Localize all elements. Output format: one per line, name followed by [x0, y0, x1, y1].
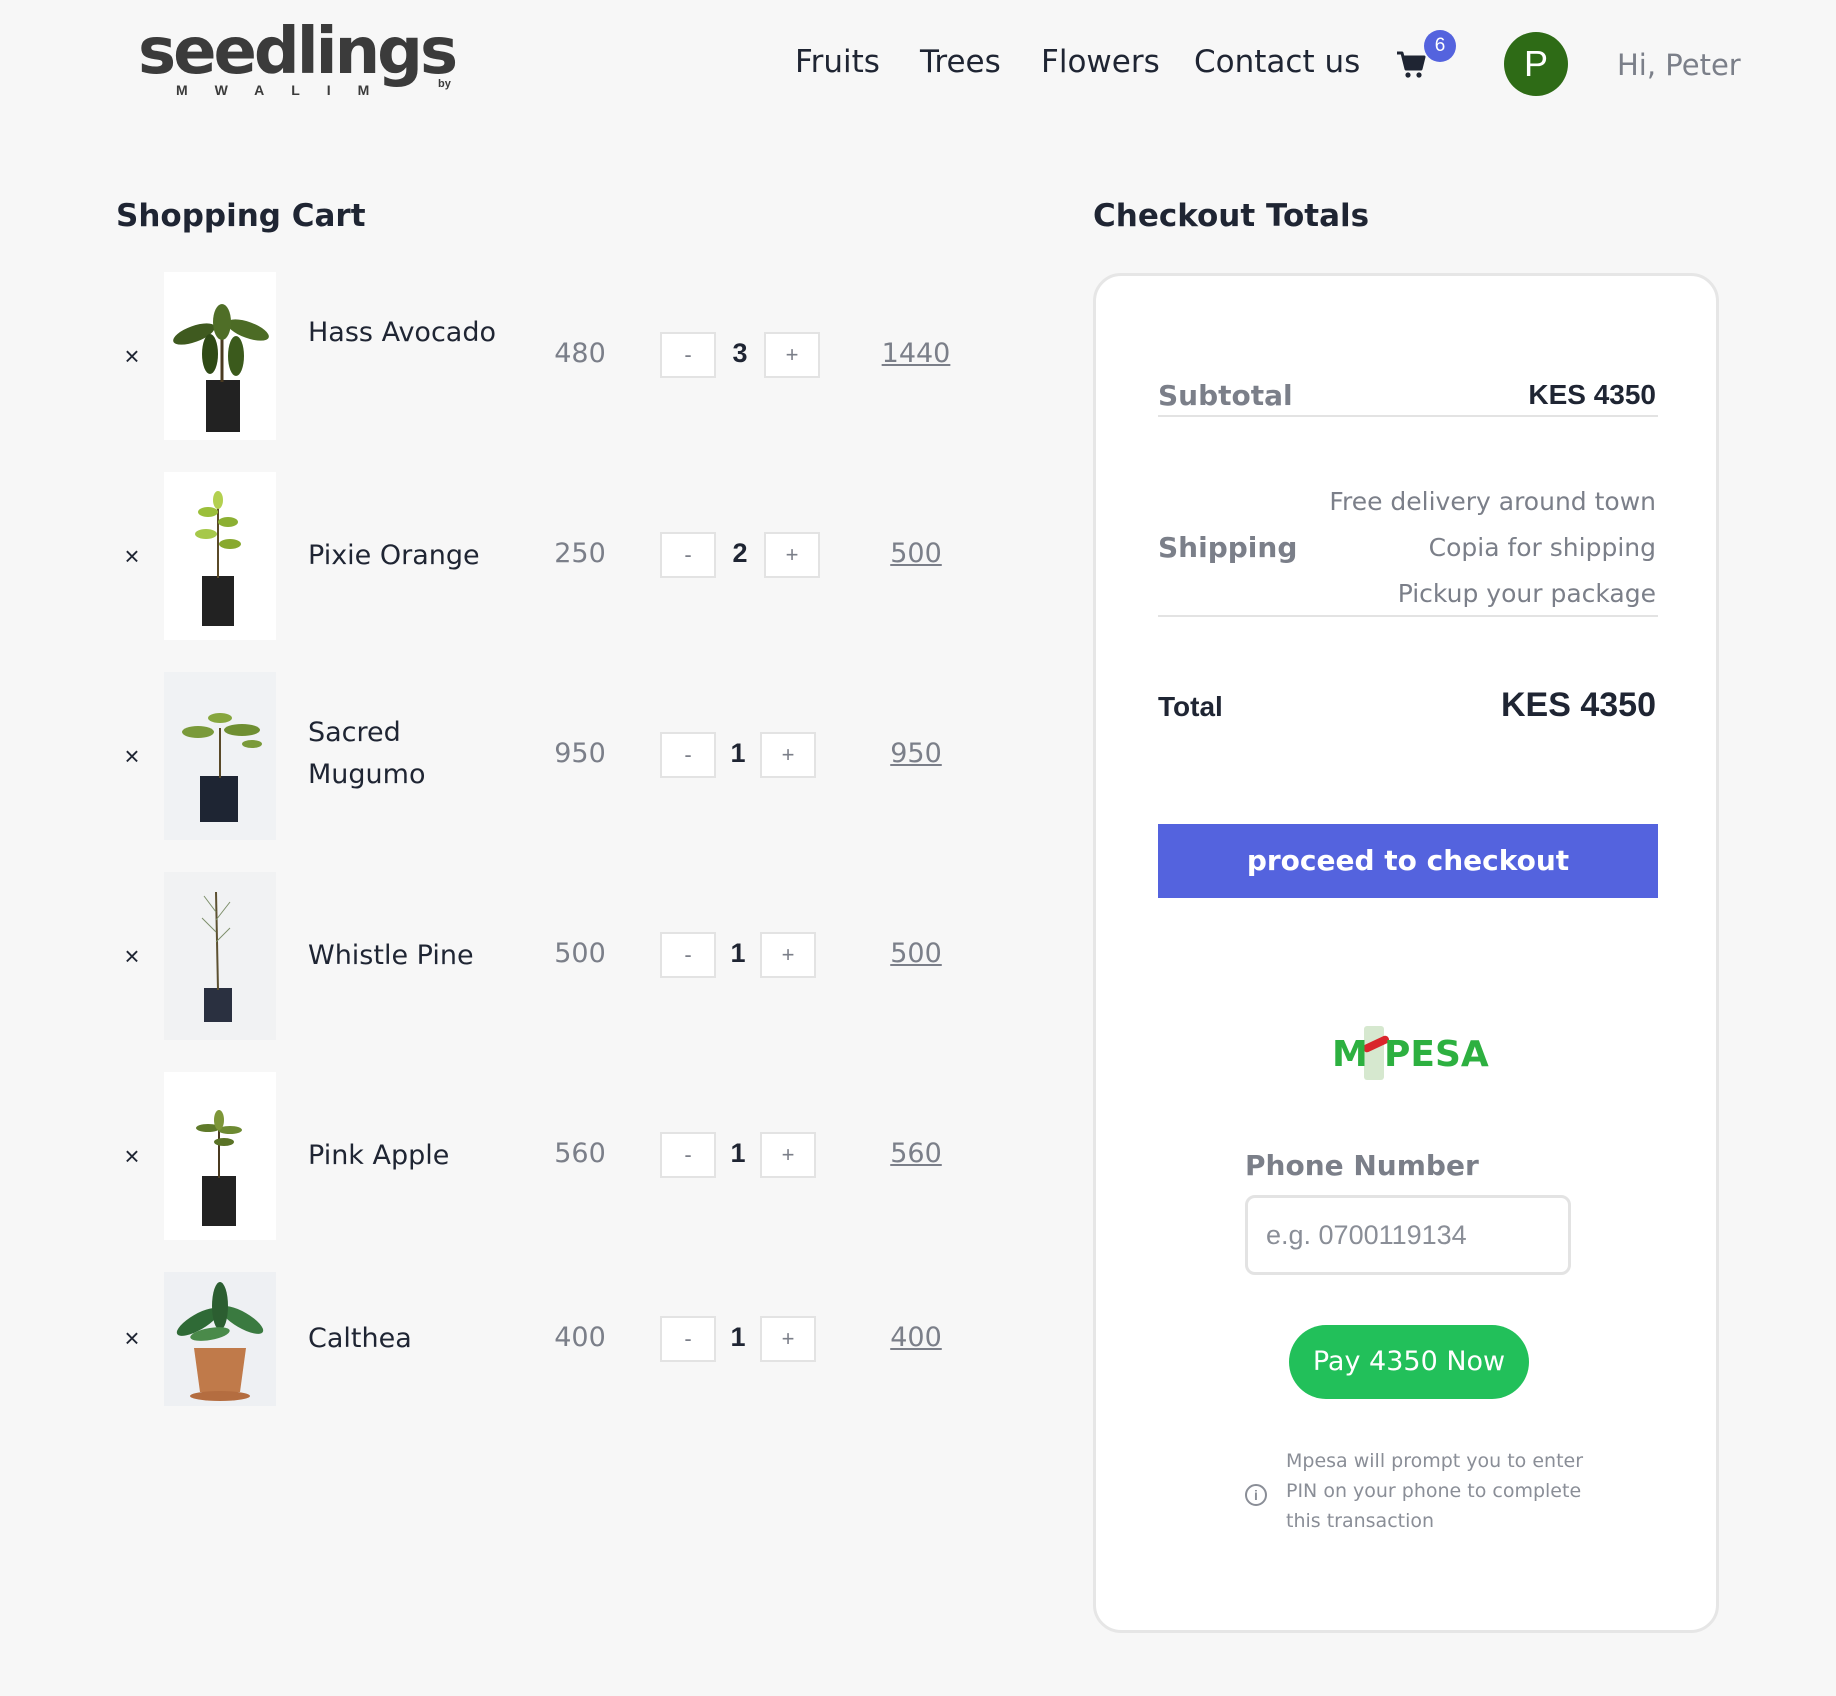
qty-decrease-button[interactable]: - — [660, 332, 716, 378]
cart-row: × Hass Avocado 480 - 3 + 1440 — [100, 272, 980, 440]
item-price: 250 — [554, 538, 606, 569]
item-price: 400 — [554, 1322, 606, 1353]
qty-increase-button[interactable]: + — [760, 1316, 816, 1362]
item-name: Sacred Mugumo — [308, 717, 426, 790]
shipping-option[interactable]: Free delivery around town — [1329, 487, 1656, 516]
user-greeting: Hi, Peter — [1617, 48, 1741, 82]
checkout-card: Subtotal KES 4350 Shipping Free delivery… — [1093, 273, 1719, 1633]
line-total[interactable]: 400 — [860, 1322, 972, 1353]
plant-image — [164, 1272, 276, 1406]
qty-increase-button[interactable]: + — [760, 732, 816, 778]
item-price: 480 — [554, 338, 606, 369]
cart-row: × Pixie Orange 250 - 2 + 500 — [100, 472, 980, 640]
shipping-option[interactable]: Pickup your package — [1398, 579, 1656, 608]
mpesa-pesa-word: PESA — [1384, 1034, 1489, 1075]
nav-fruits[interactable]: Fruits — [795, 44, 880, 80]
qty-increase-button[interactable]: + — [760, 932, 816, 978]
qty-value: 3 — [732, 338, 748, 368]
remove-item-button[interactable]: × — [120, 743, 144, 769]
qty-decrease-button[interactable]: - — [660, 1316, 716, 1362]
proceed-to-checkout-button[interactable]: proceed to checkout — [1158, 824, 1658, 898]
remove-item-button[interactable]: × — [120, 543, 144, 569]
phone-number-label: Phone Number — [1245, 1149, 1479, 1182]
cart-row: × Whistle Pine 500 - 1 + 500 — [100, 872, 980, 1040]
divider — [1158, 615, 1658, 617]
pay-now-button[interactable]: Pay 4350 Now — [1289, 1325, 1529, 1399]
cart-icon[interactable] — [1395, 48, 1427, 80]
avatar[interactable]: P — [1504, 32, 1568, 96]
item-name: Pink Apple — [308, 1140, 450, 1171]
qty-value: 1 — [730, 738, 746, 768]
subtotal-value: KES 4350 — [1528, 379, 1656, 410]
cart-count-badge: 6 — [1424, 30, 1456, 62]
site-header: seedlings MWALIM by Fruits Trees Flowers… — [0, 0, 1836, 130]
brand-by: by — [438, 78, 451, 90]
total-label: Total — [1158, 691, 1223, 722]
info-icon: i — [1245, 1484, 1267, 1506]
shipping-label: Shipping — [1158, 531, 1298, 564]
item-price: 500 — [554, 938, 606, 969]
qty-decrease-button[interactable]: - — [660, 532, 716, 578]
cart-row: × Sacred Mugumo 950 - 1 + 950 — [100, 672, 980, 840]
item-price: 950 — [554, 738, 606, 769]
line-total[interactable]: 950 — [860, 738, 972, 769]
brand-name: seedlings — [138, 15, 458, 89]
item-name: Whistle Pine — [308, 940, 474, 971]
item-name: Calthea — [308, 1323, 412, 1354]
mpesa-info-text: Mpesa will prompt you to enter PIN on yo… — [1286, 1450, 1584, 1532]
plant-image — [164, 1072, 276, 1240]
item-price: 560 — [554, 1138, 606, 1169]
item-name: Pixie Orange — [308, 540, 480, 571]
brand-logo[interactable]: seedlings MWALIM by — [138, 20, 483, 106]
line-total[interactable]: 500 — [860, 938, 972, 969]
checkout-totals-title: Checkout Totals — [1093, 198, 1370, 234]
shipping-option[interactable]: Copia for shipping — [1429, 533, 1656, 562]
line-total[interactable]: 500 — [860, 538, 972, 569]
total-value: KES 4350 — [1501, 686, 1656, 724]
remove-item-button[interactable]: × — [120, 343, 144, 369]
remove-item-button[interactable]: × — [120, 1325, 144, 1351]
subtotal-label: Subtotal — [1158, 379, 1293, 412]
divider — [1158, 415, 1658, 417]
qty-value: 2 — [732, 538, 748, 568]
plant-image — [164, 672, 276, 840]
cart-row: × Pink Apple 560 - 1 + 560 — [100, 1072, 980, 1240]
phone-number-input[interactable] — [1245, 1195, 1571, 1275]
nav-flowers[interactable]: Flowers — [1041, 44, 1160, 80]
remove-item-button[interactable]: × — [120, 943, 144, 969]
item-name: Hass Avocado — [308, 317, 496, 348]
shopping-cart-title: Shopping Cart — [116, 198, 366, 234]
qty-decrease-button[interactable]: - — [660, 732, 716, 778]
qty-decrease-button[interactable]: - — [660, 932, 716, 978]
nav-contact[interactable]: Contact us — [1194, 44, 1360, 80]
qty-decrease-button[interactable]: - — [660, 1132, 716, 1178]
qty-value: 1 — [730, 1138, 746, 1168]
plant-image — [164, 872, 276, 1040]
remove-item-button[interactable]: × — [120, 1143, 144, 1169]
mpesa-logo: M PESA — [1332, 1026, 1489, 1082]
brand-sub: MWALIM — [176, 82, 397, 98]
nav-trees[interactable]: Trees — [920, 44, 1001, 80]
qty-increase-button[interactable]: + — [764, 332, 820, 378]
mpesa-m-letter: M — [1332, 1034, 1368, 1075]
line-total[interactable]: 560 — [860, 1138, 972, 1169]
plant-image — [164, 272, 276, 440]
plant-image — [164, 472, 276, 640]
qty-increase-button[interactable]: + — [760, 1132, 816, 1178]
cart-row: × Calthea 400 - 1 + 400 — [100, 1272, 980, 1406]
qty-value: 1 — [730, 938, 746, 968]
line-total[interactable]: 1440 — [860, 338, 972, 369]
qty-value: 1 — [730, 1322, 746, 1352]
qty-increase-button[interactable]: + — [764, 532, 820, 578]
